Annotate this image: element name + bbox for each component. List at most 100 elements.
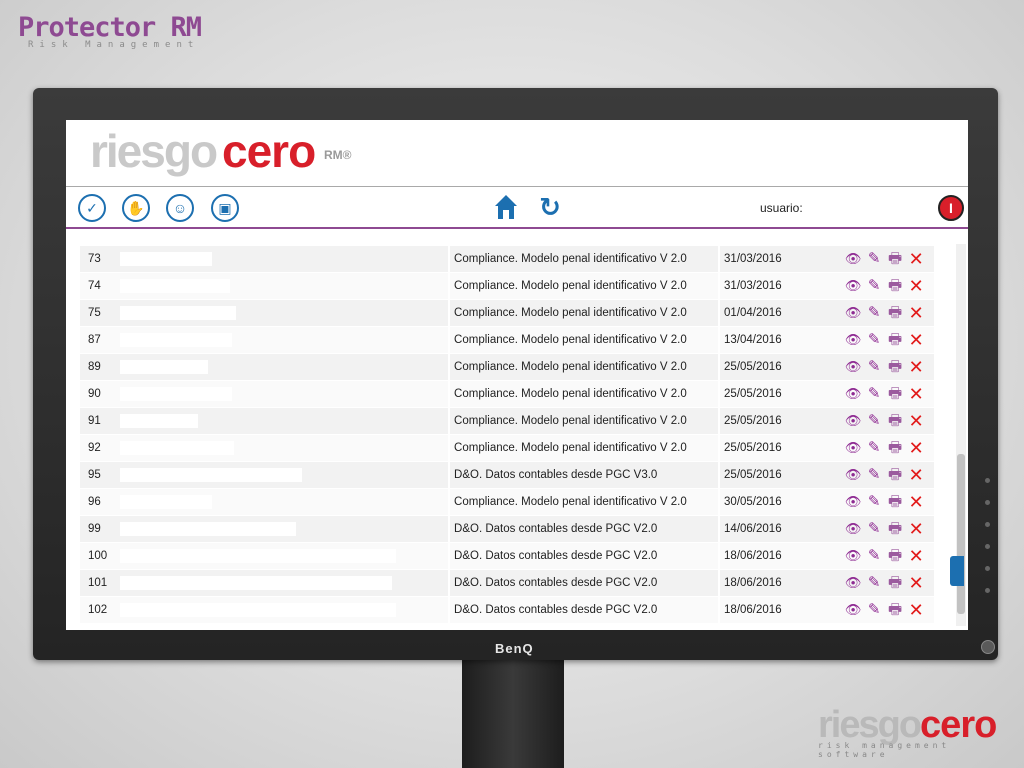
eye-icon[interactable]: 👁 xyxy=(844,574,862,592)
delete-x-icon[interactable]: ✕ xyxy=(907,439,925,457)
eye-icon[interactable]: 👁 xyxy=(844,358,862,376)
brand-tagline: Risk Management xyxy=(28,40,200,50)
printer-icon[interactable]: 🖶 xyxy=(886,574,904,592)
printer-icon[interactable]: 🖶 xyxy=(886,358,904,376)
row-actions: 👁 ✎ 🖶 ✕ xyxy=(844,353,934,381)
eye-icon[interactable]: 👁 xyxy=(844,601,862,619)
row-actions: 👁 ✎ 🖶 ✕ xyxy=(844,596,934,624)
row-report: Compliance. Modelo penal identificativo … xyxy=(449,246,721,273)
delete-x-icon[interactable]: ✕ xyxy=(907,493,925,511)
delete-x-icon[interactable]: ✕ xyxy=(907,547,925,565)
printer-icon[interactable]: 🖶 xyxy=(886,547,904,565)
row-report: Compliance. Modelo penal identificativo … xyxy=(449,299,721,327)
printer-icon[interactable]: 🖶 xyxy=(886,439,904,457)
row-report: Compliance. Modelo penal identificativo … xyxy=(449,272,721,300)
printer-icon[interactable]: 🖶 xyxy=(886,331,904,349)
refresh-icon[interactable]: ↻ xyxy=(536,193,564,221)
row-date: 18/06/2016 xyxy=(719,542,796,570)
eye-icon[interactable]: 👁 xyxy=(844,250,862,268)
delete-x-icon[interactable]: ✕ xyxy=(907,412,925,430)
row-actions: 👁 ✎ 🖶 ✕ xyxy=(844,569,934,597)
row-date: 14/06/2016 xyxy=(719,515,796,543)
home-icon[interactable] xyxy=(494,194,518,220)
row-name-redacted xyxy=(119,542,451,570)
table-row: 73 Compliance. Modelo penal identificativ… xyxy=(80,246,934,273)
eye-icon[interactable]: 👁 xyxy=(844,547,862,565)
printer-icon[interactable]: 🖶 xyxy=(886,466,904,484)
row-date: 25/05/2016 xyxy=(719,407,796,435)
pencil-icon[interactable]: ✎ xyxy=(865,520,883,538)
eye-icon[interactable]: 👁 xyxy=(844,412,862,430)
eye-icon[interactable]: 👁 xyxy=(844,439,862,457)
delete-x-icon[interactable]: ✕ xyxy=(907,250,925,268)
delete-x-icon[interactable]: ✕ xyxy=(907,277,925,295)
row-actions: 👁 ✎ 🖶 ✕ xyxy=(844,246,934,273)
delete-x-icon[interactable]: ✕ xyxy=(907,304,925,322)
delete-x-icon[interactable]: ✕ xyxy=(907,331,925,349)
printer-icon[interactable]: 🖶 xyxy=(886,385,904,403)
monitor-brand: BenQ xyxy=(495,641,534,656)
pencil-icon[interactable]: ✎ xyxy=(865,601,883,619)
checklist-icon[interactable]: ✓ xyxy=(78,194,106,222)
printer-icon[interactable]: 🖶 xyxy=(886,520,904,538)
row-id: 87 xyxy=(80,326,120,354)
printer-icon[interactable]: 🖶 xyxy=(886,493,904,511)
pencil-icon[interactable]: ✎ xyxy=(865,547,883,565)
scrollbar-thumb[interactable] xyxy=(957,454,965,614)
eye-icon[interactable]: 👁 xyxy=(844,331,862,349)
eye-icon[interactable]: 👁 xyxy=(844,493,862,511)
delete-x-icon[interactable]: ✕ xyxy=(907,466,925,484)
printer-icon[interactable]: 🖶 xyxy=(886,601,904,619)
users-icon[interactable]: ☺ xyxy=(166,194,194,222)
row-id: 95 xyxy=(80,461,120,489)
handshake-icon[interactable]: ✋ xyxy=(122,194,150,222)
pencil-icon[interactable]: ✎ xyxy=(865,466,883,484)
row-name-redacted xyxy=(119,299,451,327)
exit-button[interactable]: I xyxy=(938,195,964,221)
printer-icon[interactable]: 🖶 xyxy=(886,304,904,322)
pencil-icon[interactable]: ✎ xyxy=(865,304,883,322)
delete-x-icon[interactable]: ✕ xyxy=(907,601,925,619)
pencil-icon[interactable]: ✎ xyxy=(865,439,883,457)
row-report: Compliance. Modelo penal identificativo … xyxy=(449,353,721,381)
eye-icon[interactable]: 👁 xyxy=(844,466,862,484)
eye-icon[interactable]: 👁 xyxy=(844,304,862,322)
remote-support-tab[interactable] xyxy=(950,556,964,586)
row-name-redacted xyxy=(119,515,451,543)
row-report: Compliance. Modelo penal identificativo … xyxy=(449,407,721,435)
row-date: 30/05/2016 xyxy=(719,488,796,516)
box-icon[interactable]: ▣ xyxy=(211,194,239,222)
row-date: 18/06/2016 xyxy=(719,596,796,624)
eye-icon[interactable]: 👁 xyxy=(844,520,862,538)
pencil-icon[interactable]: ✎ xyxy=(865,331,883,349)
row-report: D&O. Datos contables desde PGC V2.0 xyxy=(449,542,721,570)
row-id: 96 xyxy=(80,488,120,516)
pencil-icon[interactable]: ✎ xyxy=(865,412,883,430)
delete-x-icon[interactable]: ✕ xyxy=(907,385,925,403)
printer-icon[interactable]: 🖶 xyxy=(886,412,904,430)
eye-icon[interactable]: 👁 xyxy=(844,277,862,295)
pencil-icon[interactable]: ✎ xyxy=(865,385,883,403)
row-report: D&O. Datos contables desde PGC V2.0 xyxy=(449,596,721,624)
pencil-icon[interactable]: ✎ xyxy=(865,358,883,376)
printer-icon[interactable]: 🖶 xyxy=(886,250,904,268)
eye-icon[interactable]: 👁 xyxy=(844,385,862,403)
printer-icon[interactable]: 🖶 xyxy=(886,277,904,295)
delete-x-icon[interactable]: ✕ xyxy=(907,358,925,376)
row-actions: 👁 ✎ 🖶 ✕ xyxy=(844,542,934,570)
row-report: Compliance. Modelo penal identificativo … xyxy=(449,488,721,516)
pencil-icon[interactable]: ✎ xyxy=(865,250,883,268)
row-id: 91 xyxy=(80,407,120,435)
delete-x-icon[interactable]: ✕ xyxy=(907,574,925,592)
delete-x-icon[interactable]: ✕ xyxy=(907,520,925,538)
pencil-icon[interactable]: ✎ xyxy=(865,493,883,511)
row-name-redacted xyxy=(119,596,451,624)
row-id: 73 xyxy=(80,246,120,273)
corner-logo-grey: riesgo xyxy=(818,704,922,746)
pencil-icon[interactable]: ✎ xyxy=(865,574,883,592)
pencil-icon[interactable]: ✎ xyxy=(865,277,883,295)
row-actions: 👁 ✎ 🖶 ✕ xyxy=(844,515,934,543)
brand-name: Protector RM xyxy=(18,12,202,43)
row-name-redacted xyxy=(119,461,451,489)
app-header: riesgo cero RM® xyxy=(66,120,968,187)
